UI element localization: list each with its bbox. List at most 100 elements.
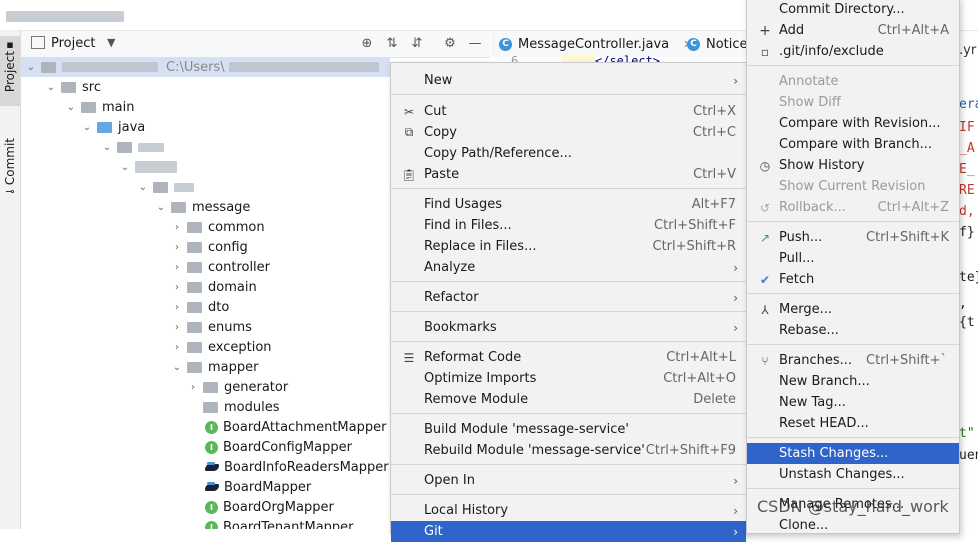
chevron-right-icon[interactable]: › [171,342,183,353]
menu-item-refactor[interactable]: Refactor › [391,287,746,308]
chevron-right-icon[interactable]: › [187,382,199,393]
menu-item-branches[interactable]: ⑂ Branches... Ctrl+Shift+` [747,350,959,371]
menu-item-pull[interactable]: Pull... [747,248,959,269]
menu-item-commit-directory[interactable]: Commit Directory... [747,0,959,20]
tree-row-root[interactable]: ⌄ C:\Users\ [25,57,379,77]
expand-all-icon[interactable]: ⇅ [384,36,400,52]
hide-icon[interactable]: — [467,36,483,52]
menu-item-show-history[interactable]: ◷ Show History [747,155,959,176]
menu-item-label: Annotate [779,74,839,89]
editor-tab[interactable]: C MessageController.java ✕ [499,35,692,53]
menu-item-copy-path[interactable]: Copy Path/Reference... [391,143,746,164]
tree-row-folder[interactable]: modules [203,397,280,417]
menu-item-show-current-revision[interactable]: Show Current Revision [747,176,959,197]
chevron-down-icon[interactable]: ⌄ [25,62,37,73]
tree-row-folder[interactable]: › domain [171,277,257,297]
chevron-down-icon[interactable]: ⌄ [81,122,93,133]
menu-item-show-diff[interactable]: Show Diff [747,92,959,113]
tree-row-folder[interactable]: › common [171,217,265,237]
tree-row-package[interactable]: ⌄ [101,137,164,157]
tree-row-folder[interactable]: › enums [171,317,252,337]
chevron-down-icon[interactable]: ⌄ [65,102,77,113]
menu-item-label: Unstash Changes... [779,467,905,482]
gear-icon[interactable]: ⚙ [442,36,458,52]
menu-item-new[interactable]: New › [391,70,746,91]
toolwindow-tab-commit[interactable]: Commit ⊸ [0,138,20,202]
menu-item-optimize-imports[interactable]: Optimize Imports Ctrl+Alt+O [391,368,746,389]
menu-item-compare-branch[interactable]: Compare with Branch... [747,134,959,155]
menu-item-build-module[interactable]: Build Module 'message-service' [391,419,746,440]
menu-item-push[interactable]: ↗ Push... Ctrl+Shift+K [747,227,959,248]
menu-item-unstash-changes[interactable]: Unstash Changes... [747,464,959,485]
menu-item-rebuild-module[interactable]: Rebuild Module 'message-service' Ctrl+Shi… [391,440,746,461]
menu-item-find-in-files[interactable]: Find in Files... Ctrl+Shift+F [391,215,746,236]
tree-row-folder[interactable]: ⌄ mapper [171,357,259,377]
tree-row-folder[interactable]: › dto [171,297,229,317]
menu-item-git[interactable]: Git › [391,521,746,542]
menu-item-clone[interactable]: Clone... [747,515,959,536]
menu-item-fetch[interactable]: ✔ Fetch [747,269,959,290]
menu-item-local-history[interactable]: Local History › [391,500,746,521]
menu-item-stash-changes[interactable]: Stash Changes... [747,443,959,464]
locate-icon[interactable]: ⊕ [359,36,375,52]
chevron-right-icon[interactable]: › [171,282,183,293]
tree-row-folder[interactable]: › config [171,237,248,257]
tree-row-file[interactable]: I BoardAttachmentMapper [205,417,386,437]
chevron-down-icon[interactable]: ⌄ [101,142,113,153]
tree-row-folder[interactable]: › exception [171,337,272,357]
chevron-down-icon[interactable]: ⌄ [45,82,57,93]
editor-tab[interactable]: C Notice [687,35,748,53]
project-tree[interactable]: ⌄ C:\Users\ ⌄ src ⌄ main ⌄ java ⌄ ⌄ ⌄ ⌄ … [21,57,390,529]
chevron-down-icon[interactable]: ▼ [107,36,115,49]
menu-item-new-tag[interactable]: New Tag... [747,392,959,413]
tree-row-main[interactable]: ⌄ main [65,97,135,117]
tree-row-file[interactable]: BoardMapper [205,477,311,497]
tree-row-folder[interactable]: › generator [187,377,288,397]
menu-item-label: Copy [424,125,457,140]
chevron-right-icon[interactable]: › [171,242,183,253]
menu-item-rollback[interactable]: ↺ Rollback... Ctrl+Alt+Z [747,197,959,218]
tree-row-file[interactable]: I BoardOrgMapper [205,497,334,517]
menu-item-add[interactable]: + Add Ctrl+Alt+A [747,20,959,41]
collapse-all-icon[interactable]: ⇵ [409,36,425,52]
menu-item-reformat-code[interactable]: ☰ Reformat Code Ctrl+Alt+L [391,347,746,368]
tree-row-file[interactable]: I BoardConfigMapper [205,437,352,457]
chevron-down-icon[interactable]: ⌄ [137,182,149,193]
chevron-down-icon[interactable]: ⌄ [155,202,167,213]
menu-item-new-branch[interactable]: New Branch... [747,371,959,392]
menu-item-copy[interactable]: ⧉ Copy Ctrl+C [391,122,746,143]
project-panel-header: Project ▼ ⊕ ⇅ ⇵ ⚙ — [21,31,490,58]
menu-item-analyze[interactable]: Analyze › [391,257,746,278]
chevron-down-icon[interactable]: ⌄ [119,162,131,173]
menu-item-git-exclude[interactable]: ▫ .git/info/exclude [747,41,959,62]
chevron-right-icon[interactable]: › [171,262,183,273]
tree-row-package[interactable]: ⌄ [119,157,177,177]
tree-row-file[interactable]: BoardInfoReadersMapper [205,457,389,477]
toolwindow-tab-project[interactable]: ▪ Project [0,36,20,106]
menu-item-replace-in-files[interactable]: Replace in Files... Ctrl+Shift+R [391,236,746,257]
tree-row-file[interactable]: I BoardTenantMapper [205,517,354,529]
menu-item-bookmarks[interactable]: Bookmarks › [391,317,746,338]
blurred-title [6,11,124,22]
menu-item-annotate[interactable]: Annotate [747,71,959,92]
tree-row-message[interactable]: ⌄ message [155,197,251,217]
menu-item-rebase[interactable]: Rebase... [747,320,959,341]
tree-row-folder[interactable]: › controller [171,257,270,277]
menu-item-remove-module[interactable]: Remove Module Delete [391,389,746,410]
menu-item-reset-head[interactable]: Reset HEAD... [747,413,959,434]
menu-item-open-in[interactable]: Open In › [391,470,746,491]
menu-item-compare-revision[interactable]: Compare with Revision... [747,113,959,134]
menu-item-cut[interactable]: ✂ Cut Ctrl+X [391,101,746,122]
chevron-right-icon[interactable]: › [171,322,183,333]
tree-row-java[interactable]: ⌄ java [81,117,145,137]
chevron-right-icon[interactable]: › [171,302,183,313]
menu-item-shortcut: Ctrl+V [693,167,736,182]
menu-item-find-usages[interactable]: Find Usages Alt+F7 [391,194,746,215]
menu-item-paste[interactable]: 📋︎ Paste Ctrl+V [391,164,746,185]
tree-row-src[interactable]: ⌄ src [45,77,101,97]
tree-row-package[interactable]: ⌄ [137,177,194,197]
chevron-down-icon[interactable]: ⌄ [171,362,183,373]
chevron-right-icon[interactable]: › [171,222,183,233]
menu-item-merge[interactable]: ⅄ Merge... [747,299,959,320]
rollback-icon: ↺ [759,200,771,215]
